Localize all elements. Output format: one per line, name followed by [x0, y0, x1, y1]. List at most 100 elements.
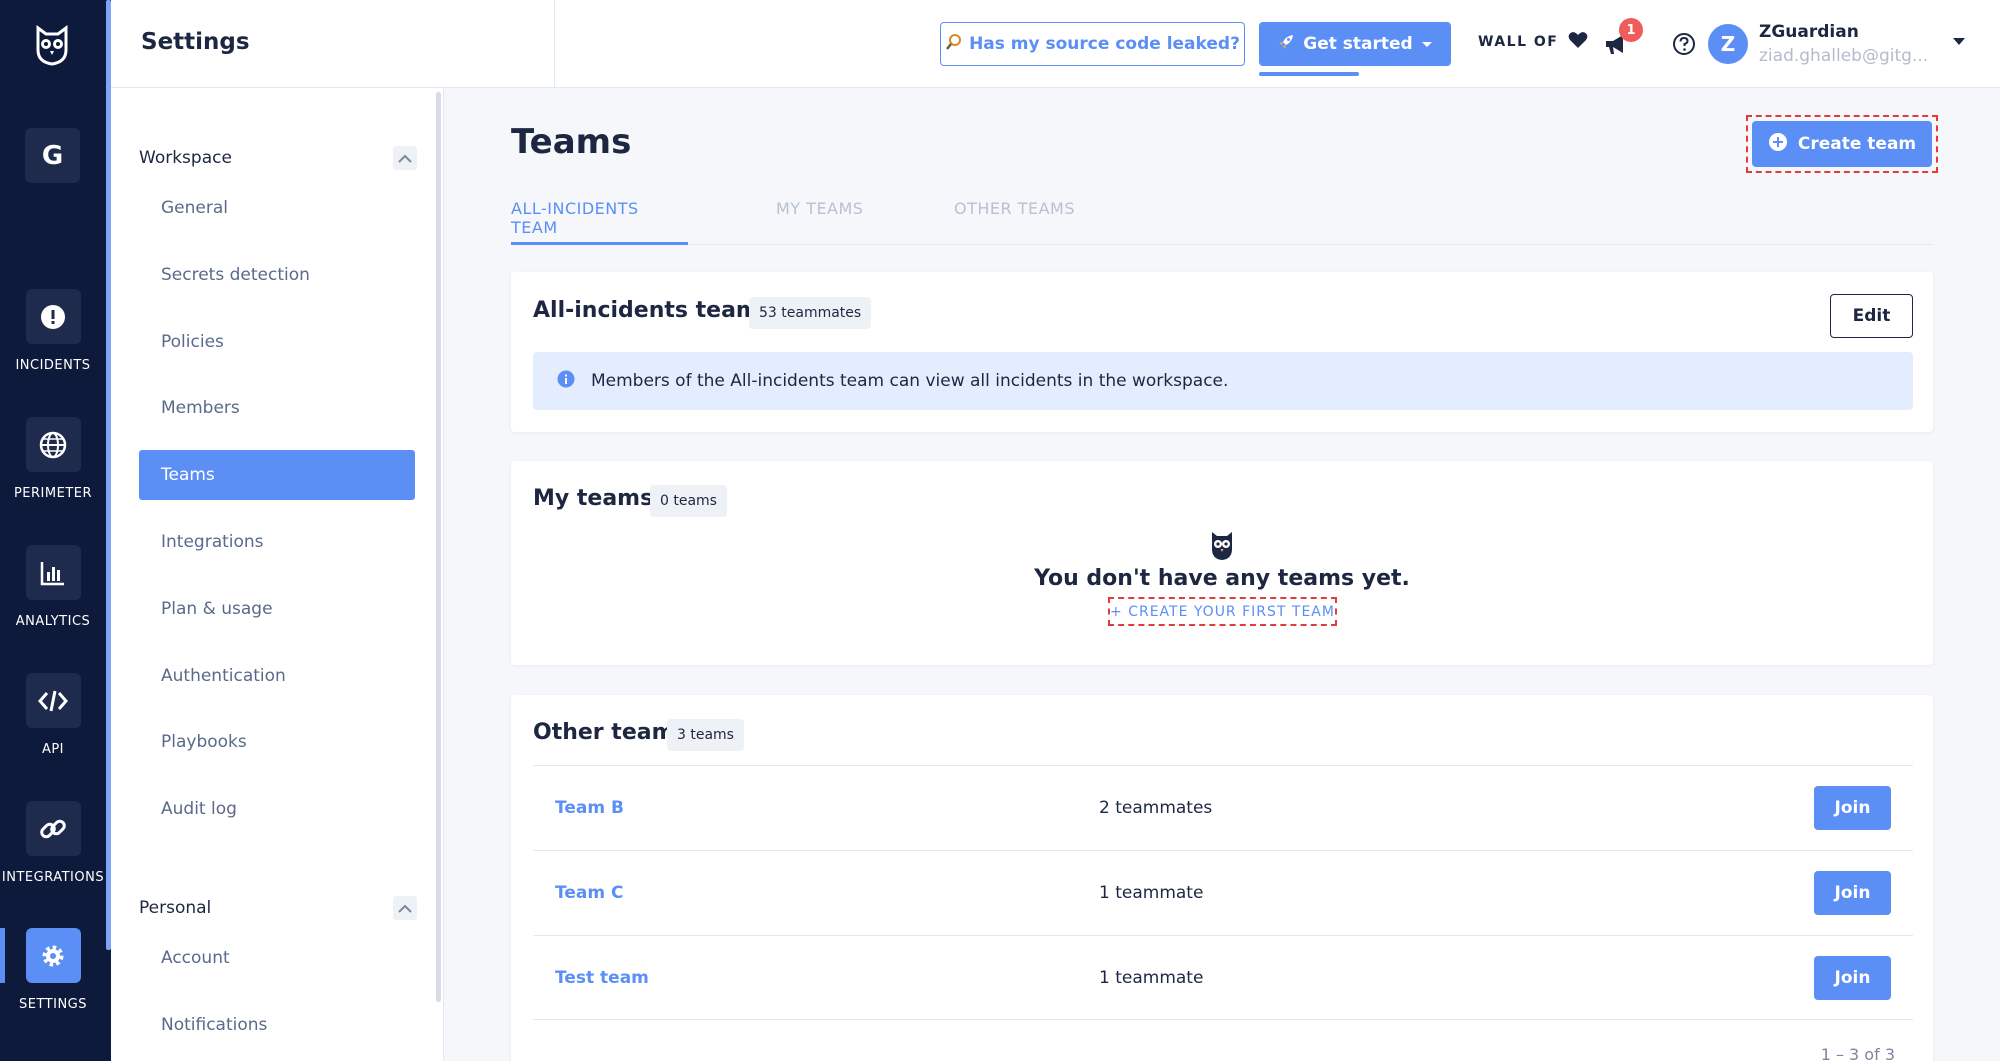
wall-of-love-link[interactable]: WALL OF	[1478, 31, 1588, 53]
workspace-group-title: Workspace	[139, 148, 232, 168]
sidenav-item-notifications[interactable]: Notifications	[139, 1000, 415, 1050]
sidenav-item-authentication[interactable]: Authentication	[139, 651, 415, 701]
create-team-label: Create team	[1797, 134, 1917, 154]
rocket-icon	[1277, 33, 1295, 56]
join-team-button[interactable]: Join	[1814, 786, 1891, 830]
edit-button[interactable]: Edit	[1830, 294, 1913, 338]
section-title: Settings	[141, 29, 250, 55]
chevron-down-icon	[1421, 34, 1433, 54]
create-team-button[interactable]: Create team	[1752, 121, 1932, 167]
sidenav-scrollbar[interactable]	[436, 92, 441, 1002]
chevron-up-icon[interactable]	[393, 896, 417, 920]
card-title: My teams	[533, 486, 654, 511]
empty-state-message: You don't have any teams yet.	[1034, 566, 1410, 591]
chevron-up-icon[interactable]	[393, 146, 417, 170]
get-started-progress	[1259, 72, 1359, 76]
app-rail: G INCIDENTS PERIMETER ANALYTICS API INTE…	[0, 0, 111, 1061]
wall-of-label: WALL OF	[1478, 34, 1559, 50]
rail-item-incidents[interactable]: INCIDENTS	[0, 289, 106, 373]
notification-count-badge: 1	[1619, 18, 1643, 42]
teammate-count-badge: 53 teammates	[749, 297, 872, 329]
tab-my-teams[interactable]: MY TEAMS	[776, 193, 863, 245]
sidenav-item-policies[interactable]: Policies	[139, 317, 415, 367]
magnifier-icon	[945, 33, 963, 56]
team-member-count: 2 teammates	[1099, 798, 1213, 818]
personal-group-title: Personal	[139, 898, 212, 918]
tab-other-teams[interactable]: OTHER TEAMS	[954, 193, 1075, 245]
tab-all-incidents-team[interactable]: ALL-INCIDENTS TEAM	[511, 193, 688, 245]
rail-label: ANALYTICS	[15, 614, 91, 629]
team-count-badge: 3 teams	[667, 719, 744, 751]
top-header: Settings Has my source code leaked? Get …	[111, 0, 2000, 88]
settings-sidenav: Workspace General Secrets detection Poli…	[111, 88, 444, 1061]
workspace-switcher[interactable]: G	[25, 128, 80, 183]
rail-item-perimeter[interactable]: PERIMETER	[0, 417, 106, 501]
all-incidents-team-card: All-incidents team 53 teammates Edit Mem…	[511, 272, 1933, 432]
rail-item-settings[interactable]: SETTINGS	[0, 928, 106, 1012]
perimeter-globe-icon	[25, 417, 81, 472]
source-code-leak-button[interactable]: Has my source code leaked?	[940, 22, 1245, 66]
team-name-link[interactable]: Team B	[555, 798, 624, 818]
sidenav-item-secrets-detection[interactable]: Secrets detection	[139, 250, 415, 300]
personal-group-header[interactable]: Personal	[139, 893, 417, 923]
pagination-range: 1 – 3 of 3	[1820, 1045, 1895, 1061]
table-row: Team C 1 teammate Join	[533, 850, 1913, 935]
sidenav-item-audit-log[interactable]: Audit log	[139, 784, 415, 834]
my-teams-card: My teams 0 teams You don't have any team…	[511, 461, 1933, 665]
sidenav-item-playbooks[interactable]: Playbooks	[139, 717, 415, 767]
sidenav-item-account[interactable]: Account	[139, 933, 415, 983]
user-avatar[interactable]: Z	[1708, 24, 1748, 64]
integrations-link-icon	[25, 801, 81, 856]
incidents-alert-icon	[25, 289, 81, 344]
get-started-button[interactable]: Get started	[1259, 22, 1451, 66]
settings-gear-icon	[25, 928, 81, 983]
sidenav-item-integrations[interactable]: Integrations	[139, 517, 415, 567]
page-title: Teams	[511, 122, 632, 162]
sidenav-item-members[interactable]: Members	[139, 383, 415, 433]
table-divider	[533, 1019, 1913, 1020]
user-email: ziad.ghalleb@gitg...	[1759, 46, 1929, 66]
rail-label: SETTINGS	[18, 997, 87, 1012]
sidenav-item-general[interactable]: General	[139, 183, 415, 233]
api-code-icon	[25, 673, 81, 728]
main-content: Teams Create team ALL-INCIDENTS TEAM MY …	[444, 88, 2000, 1061]
rail-label: API	[41, 742, 65, 757]
card-title: Other teams	[533, 720, 688, 745]
info-text: Members of the All-incidents team can vi…	[591, 371, 1229, 391]
team-member-count: 1 teammate	[1099, 883, 1204, 903]
rail-item-api[interactable]: API	[0, 673, 106, 757]
join-team-button[interactable]: Join	[1814, 871, 1891, 915]
owl-illustration-icon	[1208, 529, 1236, 561]
info-banner: Members of the All-incidents team can vi…	[533, 352, 1913, 410]
user-name[interactable]: ZGuardian	[1759, 22, 1859, 42]
create-first-team-link[interactable]: + CREATE YOUR FIRST TEAM	[1108, 597, 1337, 626]
rail-label: INCIDENTS	[15, 358, 91, 373]
table-row: Test team 1 teammate Join	[533, 935, 1913, 1020]
rail-label: INTEGRATIONS	[1, 870, 105, 885]
user-menu-caret-icon[interactable]	[1953, 38, 1965, 45]
card-title: All-incidents team	[533, 298, 759, 323]
join-team-button[interactable]: Join	[1814, 956, 1891, 1000]
team-name-link[interactable]: Team C	[555, 883, 623, 903]
rail-item-integrations[interactable]: INTEGRATIONS	[0, 801, 106, 885]
team-member-count: 1 teammate	[1099, 968, 1204, 988]
sidenav-item-teams[interactable]: Teams	[139, 450, 415, 500]
workspace-group-header[interactable]: Workspace	[139, 143, 417, 173]
team-count-badge: 0 teams	[650, 485, 727, 517]
team-name-link[interactable]: Test team	[555, 968, 649, 988]
header-divider	[554, 0, 555, 88]
leak-button-label: Has my source code leaked?	[969, 34, 1240, 54]
teams-tabs: ALL-INCIDENTS TEAM MY TEAMS OTHER TEAMS	[511, 193, 1933, 245]
heart-icon	[1568, 31, 1588, 53]
analytics-chart-icon	[25, 545, 81, 600]
info-icon	[557, 370, 575, 393]
table-row: Team B 2 teammates Join	[533, 765, 1913, 850]
help-question-icon[interactable]	[1672, 32, 1696, 56]
rail-label: PERIMETER	[13, 486, 93, 501]
get-started-label: Get started	[1303, 34, 1413, 54]
rail-item-analytics[interactable]: ANALYTICS	[0, 545, 106, 629]
gitguardian-owl-logo-icon[interactable]	[28, 20, 76, 68]
other-teams-card: Other teams 3 teams Team B 2 teammates J…	[511, 695, 1933, 1061]
sidenav-item-plan-usage[interactable]: Plan & usage	[139, 584, 415, 634]
plus-circle-icon	[1768, 132, 1788, 157]
